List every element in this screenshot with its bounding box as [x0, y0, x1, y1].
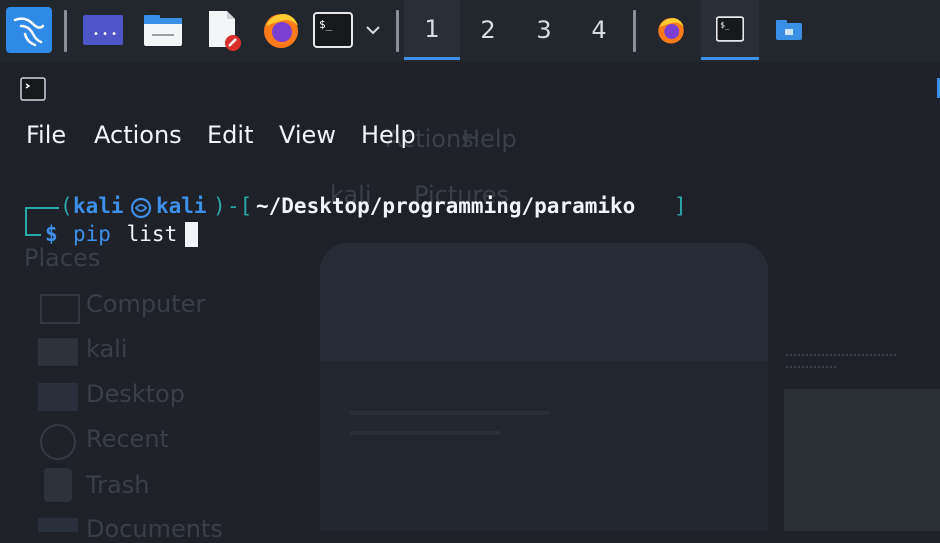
firefox-task[interactable]: [642, 0, 700, 60]
show-desktop-icon: • • •: [83, 15, 123, 45]
prompt-close-bracket: ]: [674, 194, 687, 218]
ghost-place-desktop: Desktop: [86, 380, 185, 408]
ghost-dots: [786, 366, 836, 370]
ghost-place-documents: Documents: [86, 515, 223, 543]
ghost-image-card: [320, 243, 768, 531]
ghost-place-computer: Computer: [86, 290, 206, 318]
terminal-launcher[interactable]: $_: [310, 0, 356, 60]
menu-edit[interactable]: Edit: [207, 121, 253, 149]
prompt-close-paren: ): [213, 194, 226, 218]
ghost-places-heading: Places: [24, 244, 101, 272]
workspace-label: 2: [480, 16, 496, 44]
top-panel: • • • $_ 1 2 3 4 $_: [0, 0, 940, 62]
ghost-place-recent: Recent: [86, 425, 169, 453]
menu-help[interactable]: Help: [361, 121, 416, 149]
workspace-label: 4: [591, 16, 607, 44]
menu-actions[interactable]: Actions: [94, 121, 182, 149]
kali-skull-icon: [130, 197, 152, 219]
menu-view[interactable]: View: [279, 121, 336, 149]
file-manager-task[interactable]: [760, 0, 818, 60]
kali-menu-icon: [6, 7, 52, 53]
terminal-task[interactable]: $_: [701, 0, 759, 60]
prompt-open-paren: (: [60, 194, 73, 218]
ghost-computer-icon: [40, 294, 80, 324]
workspace-4-button[interactable]: 4: [571, 0, 627, 60]
text-editor-launcher[interactable]: [200, 0, 246, 60]
ghost-clock-icon: [40, 424, 76, 460]
prompt-frame: [25, 207, 27, 235]
chevron-down-icon: [366, 26, 380, 35]
menu-file[interactable]: File: [26, 121, 66, 149]
terminal-titlebar: [0, 64, 940, 114]
ghost-dots: [786, 354, 896, 358]
ghost-thumbnail: [784, 389, 940, 531]
prompt-frame: [25, 234, 41, 236]
ghost-place-trash: Trash: [86, 471, 150, 499]
prompt-symbol: $: [45, 222, 58, 246]
workspace-label: 1: [424, 14, 440, 43]
ghost-folder-icon: [38, 338, 78, 366]
terminal-icon: $_: [313, 12, 353, 48]
prompt-dash-bracket: -[: [227, 194, 253, 218]
firefox-icon: [264, 14, 298, 48]
file-manager-icon: [144, 15, 182, 46]
terminal-window-icon: [20, 77, 46, 101]
panel-separator: [633, 10, 636, 52]
prompt-frame: [25, 207, 59, 209]
launcher-dropdown-button[interactable]: [360, 0, 386, 60]
prompt-user: kali: [73, 194, 124, 218]
file-manager-launcher[interactable]: [140, 0, 186, 60]
command-name: pip: [73, 222, 111, 246]
folder-icon: [776, 20, 802, 40]
svg-text:$_: $_: [720, 20, 730, 29]
ghost-place-kali: kali: [86, 335, 128, 363]
panel-separator: [396, 10, 399, 52]
terminal-cursor: [185, 222, 198, 247]
ghost-trash-icon: [44, 468, 72, 502]
prompt-host: kali: [156, 194, 207, 218]
text-editor-icon: [209, 11, 241, 51]
firefox-launcher[interactable]: [258, 0, 304, 60]
command-args: list: [114, 222, 178, 246]
ghost-folder-icon: [38, 518, 78, 532]
ghost-folder-icon: [38, 383, 78, 411]
prompt-path: ~/Desktop/programming/paramiko: [256, 194, 636, 218]
show-desktop-button[interactable]: • • •: [80, 0, 126, 60]
workspace-label: 3: [536, 16, 552, 44]
firefox-icon: [658, 18, 684, 44]
panel-separator: [64, 10, 67, 52]
svg-text:$_: $_: [319, 18, 333, 31]
workspace-3-button[interactable]: 3: [516, 0, 572, 60]
kali-menu-button[interactable]: [4, 0, 54, 60]
workspace-1-button[interactable]: 1: [404, 0, 460, 60]
workspace-2-button[interactable]: 2: [460, 0, 516, 60]
terminal-icon: $_: [716, 15, 744, 42]
